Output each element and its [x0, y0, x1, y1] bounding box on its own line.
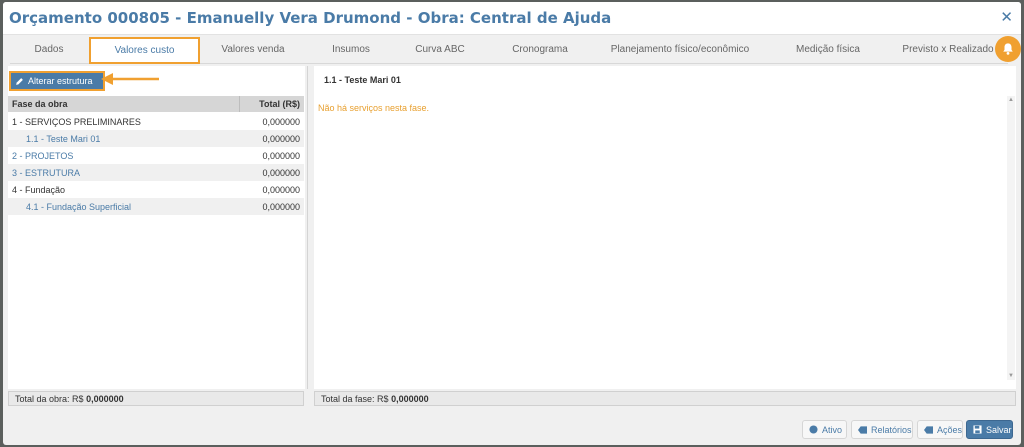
tab-cronograma[interactable]: Cronograma: [484, 38, 596, 62]
total-obra-value: 0,000000: [86, 394, 124, 404]
phase-name: 4 - Fundação: [12, 185, 66, 195]
close-icon[interactable]: ✕: [1000, 8, 1013, 26]
phase-name: 4.1 - Fundação Superficial: [26, 202, 132, 212]
phase-row[interactable]: 2 - PROJETOS 0,000000: [8, 147, 304, 164]
services-scrollbar[interactable]: ▲ ▼: [1007, 96, 1015, 380]
window-title: Orçamento 000805 - Emanuelly Vera Drumon…: [9, 9, 612, 27]
tag-icon: [924, 425, 933, 434]
total-fase-label: Total da fase: R$: [321, 394, 389, 404]
phase-total: 0,000000: [262, 185, 300, 195]
phase-total: 0,000000: [262, 151, 300, 161]
panel-divider: [307, 66, 308, 389]
tab-valores-venda[interactable]: Valores venda: [201, 38, 305, 62]
total-obra: Total da obra: R$ 0,000000: [8, 391, 304, 406]
col-phase-header: Fase da obra: [12, 99, 68, 109]
tab-previsto-realizado[interactable]: Previsto x Realizado: [893, 38, 1003, 62]
tag-icon: [858, 425, 867, 434]
tab-medicao-fisica[interactable]: Medição física: [764, 38, 892, 62]
selected-phase-title: 1.1 - Teste Mari 01: [324, 75, 401, 85]
tab-dados[interactable]: Dados: [10, 38, 88, 62]
relatorios-button[interactable]: Relatórios: [851, 420, 913, 439]
alterar-estrutura-label: Alterar estrutura: [28, 76, 93, 86]
ativo-button[interactable]: Ativo: [802, 420, 847, 439]
phase-total: 0,000000: [262, 117, 300, 127]
tab-bar: Dados Valores custo Valores venda Insumo…: [10, 37, 1008, 64]
title-bar: Orçamento 000805 - Emanuelly Vera Drumon…: [3, 2, 1021, 35]
phase-name: 2 - PROJETOS: [12, 151, 74, 161]
phase-total: 0,000000: [262, 202, 300, 212]
pencil-icon: [16, 77, 23, 85]
total-fase: Total da fase: R$ 0,000000: [314, 391, 1016, 406]
tab-curva-abc[interactable]: Curva ABC: [397, 38, 483, 62]
phase-name: 1 - SERVIÇOS PRELIMINARES: [12, 117, 141, 127]
services-panel: [314, 66, 1016, 389]
empty-services-message: Não há serviços nesta fase.: [318, 103, 430, 113]
phase-name: 3 - ESTRUTURA: [12, 168, 81, 178]
tab-planejamento[interactable]: Planejamento físico/econômico: [597, 38, 763, 62]
phase-row[interactable]: 3 - ESTRUTURA 0,000000: [8, 164, 304, 181]
total-fase-value: 0,000000: [391, 394, 429, 404]
total-obra-label: Total da obra: R$: [15, 394, 84, 404]
salvar-button[interactable]: Salvar: [966, 420, 1013, 439]
salvar-label: Salvar: [986, 424, 1012, 435]
budget-window: Orçamento 000805 - Emanuelly Vera Drumon…: [3, 2, 1021, 445]
phase-total: 0,000000: [262, 168, 300, 178]
col-total-header: Total (R$): [259, 99, 300, 109]
acoes-button[interactable]: Ações: [917, 420, 963, 439]
circle-icon: [809, 425, 818, 434]
tab-valores-custo[interactable]: Valores custo: [89, 37, 200, 64]
scroll-down-icon[interactable]: ▼: [1008, 373, 1014, 379]
phase-row[interactable]: 1 - SERVIÇOS PRELIMINARES 0,000000: [8, 113, 304, 130]
alterar-estrutura-button[interactable]: Alterar estrutura: [9, 71, 105, 91]
tab-insumos[interactable]: Insumos: [306, 38, 396, 62]
phase-grid-header: Fase da obra Total (R$): [8, 96, 304, 112]
phase-row[interactable]: 4.1 - Fundação Superficial 0,000000: [8, 198, 304, 215]
floppy-disk-icon: [973, 425, 982, 434]
highlight-arrow-icon: [101, 73, 159, 85]
ativo-label: Ativo: [822, 424, 843, 435]
acoes-label: Ações: [937, 424, 963, 435]
phase-row[interactable]: 4 - Fundação 0,000000: [8, 181, 304, 198]
phase-row[interactable]: 1.1 - Teste Mari 01 0,000000: [8, 130, 304, 147]
scroll-up-icon[interactable]: ▲: [1008, 97, 1014, 103]
relatorios-label: Relatórios: [871, 424, 912, 435]
phase-total: 0,000000: [262, 134, 300, 144]
phase-name: 1.1 - Teste Mari 01: [26, 134, 101, 144]
notification-bell-icon[interactable]: [995, 36, 1021, 62]
